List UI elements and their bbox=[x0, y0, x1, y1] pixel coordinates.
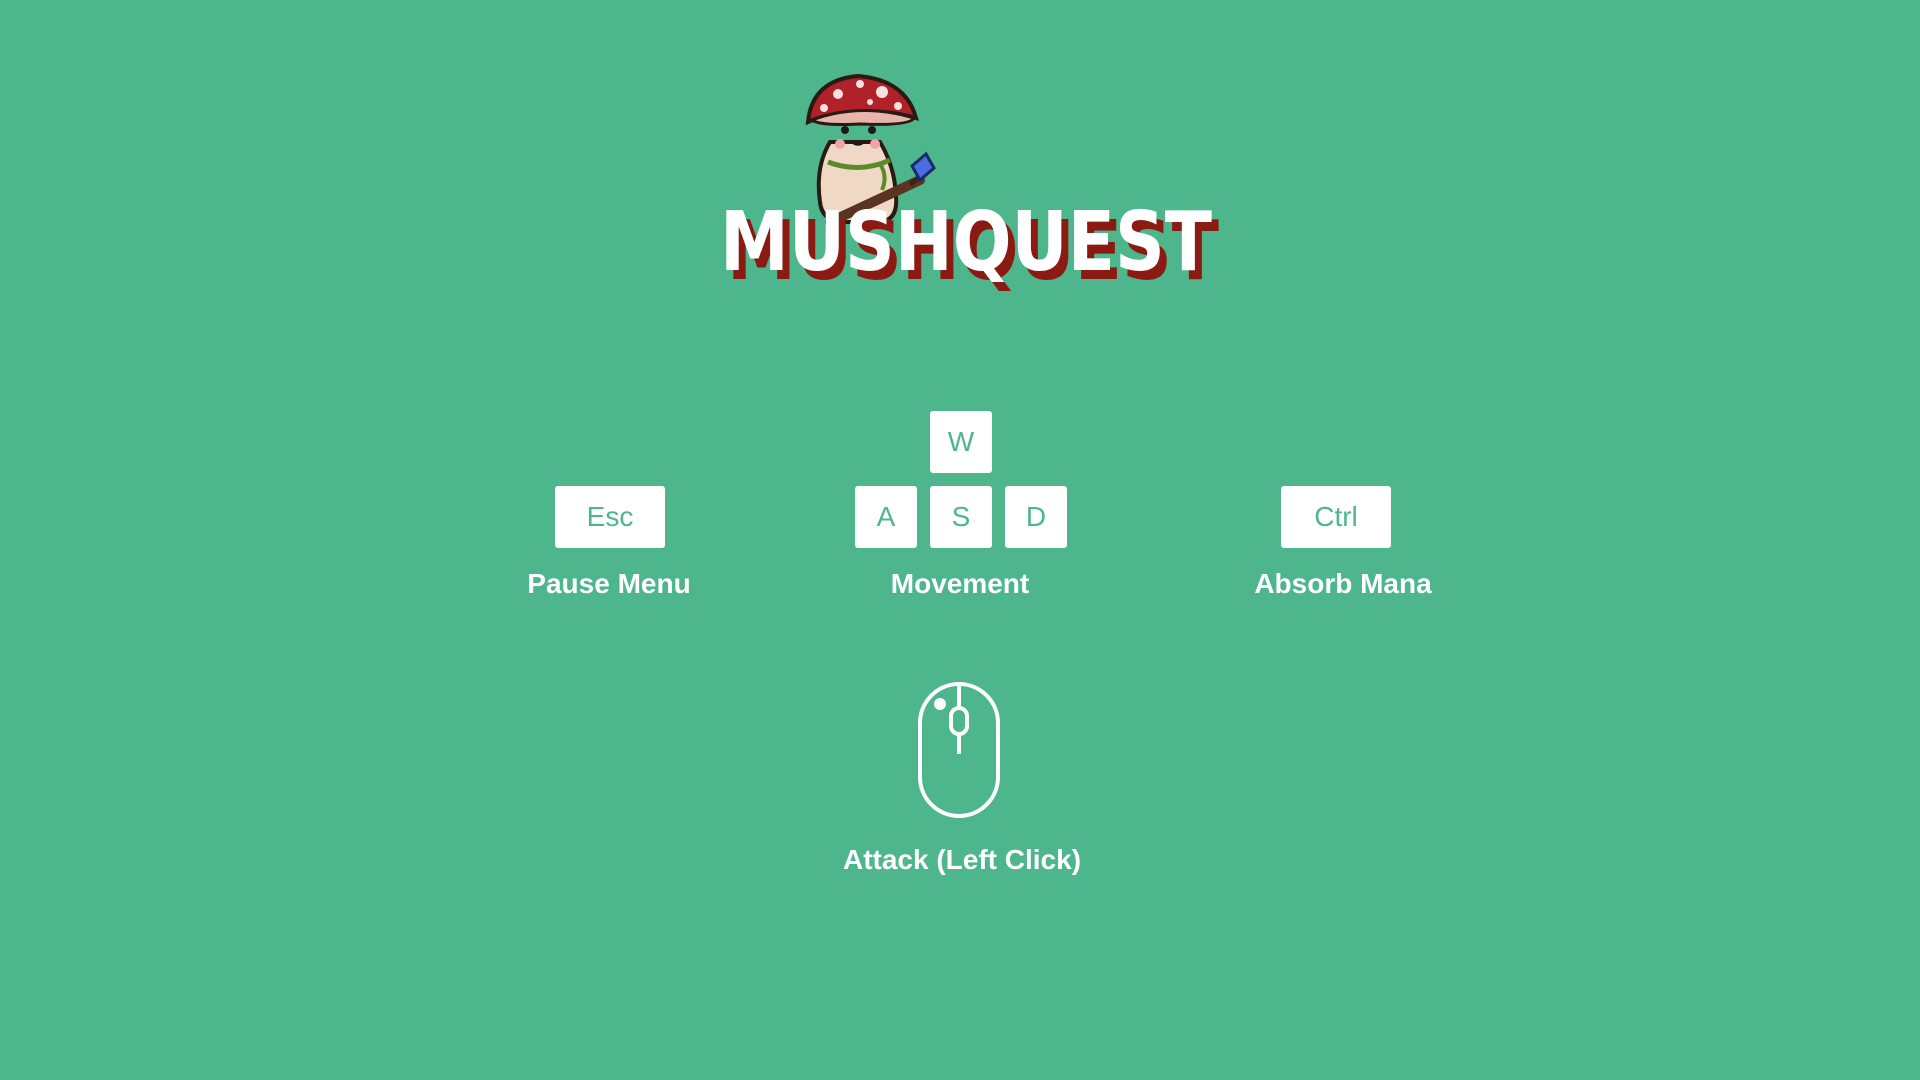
movement-label: Movement bbox=[890, 568, 1030, 599]
w-key: W bbox=[930, 411, 992, 473]
game-title: MUSHQUEST bbox=[720, 195, 1212, 290]
s-key: S bbox=[930, 486, 992, 548]
a-key: A bbox=[855, 486, 917, 548]
pause-menu-label: Pause Menu bbox=[527, 568, 691, 599]
controls-screen: MUSHQUEST MUSHQUEST Esc Pause Menu W A S… bbox=[0, 0, 1920, 1080]
esc-key: Esc bbox=[555, 486, 665, 548]
attack-label: Attack (Left Click) bbox=[842, 844, 1082, 875]
d-key: D bbox=[1005, 486, 1067, 548]
game-logo: MUSHQUEST MUSHQUEST bbox=[720, 72, 1230, 292]
mouse-icon bbox=[916, 682, 1004, 818]
ctrl-key: Ctrl bbox=[1281, 486, 1391, 548]
absorb-mana-label: Absorb Mana bbox=[1254, 568, 1432, 599]
